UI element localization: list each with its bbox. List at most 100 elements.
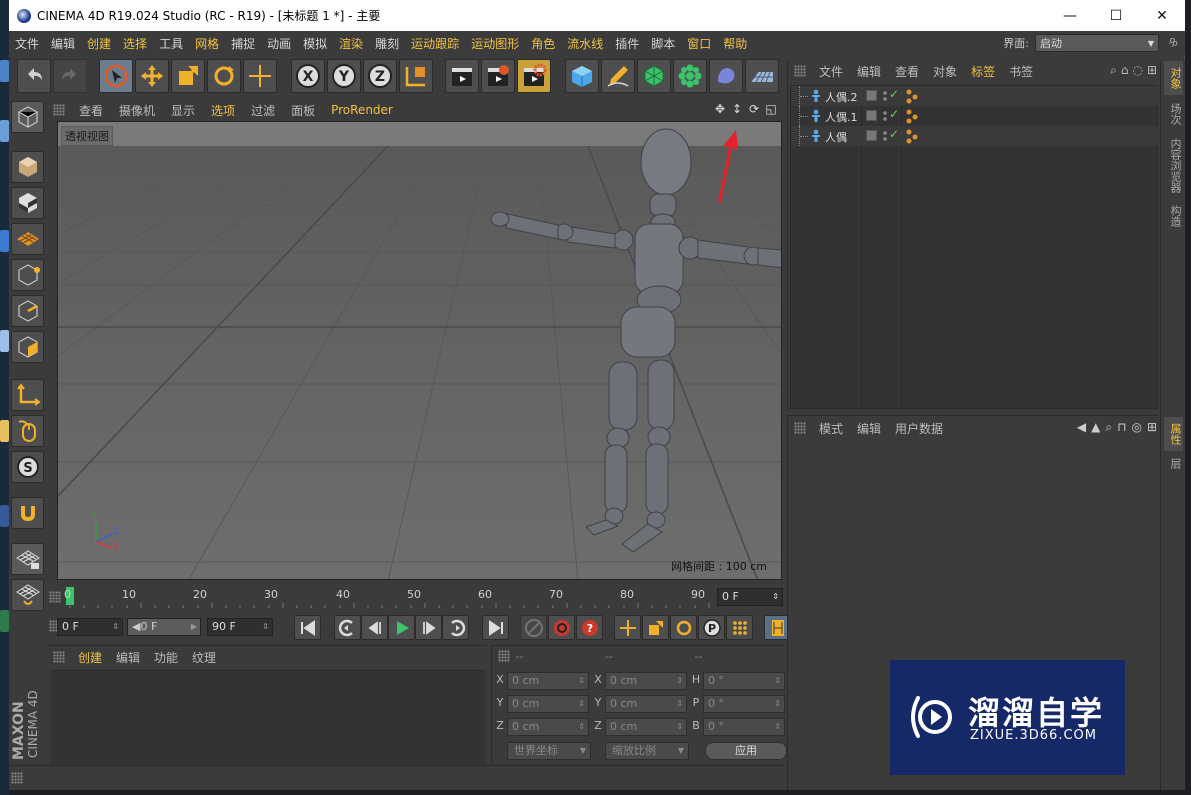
material-menu-edit[interactable]: 编辑 <box>109 649 147 666</box>
rotation-b-field[interactable]: 0 ° ⇕ <box>703 718 785 736</box>
up-arrow-icon[interactable]: ▲ <box>1091 420 1100 435</box>
objmgr-menu-objects[interactable]: 对象 <box>926 63 964 80</box>
objmgr-menu-view[interactable]: 查看 <box>888 63 926 80</box>
menu-help[interactable]: 帮助 <box>717 35 753 52</box>
minimize-button[interactable]: — <box>1047 0 1093 31</box>
previous-key-button[interactable] <box>334 615 361 640</box>
layout-dropdown[interactable]: 启动 ▼ <box>1035 34 1159 52</box>
panel-grip-icon[interactable] <box>794 422 806 434</box>
viewport-menu-view[interactable]: 查看 <box>71 102 111 119</box>
search-icon[interactable]: ⌕ <box>1105 420 1112 435</box>
snap-button[interactable] <box>11 497 44 529</box>
enabled-check-icon[interactable]: ✓ <box>889 107 899 121</box>
apply-button[interactable]: 应用 <box>705 742 787 760</box>
pen-spline-button[interactable] <box>601 59 635 93</box>
visibility-dots-icon[interactable] <box>881 109 889 123</box>
objmgr-menu-file[interactable]: 文件 <box>812 63 850 80</box>
live-select-button[interactable] <box>99 59 133 93</box>
recent-tool-button[interactable] <box>243 59 277 93</box>
perspective-viewport[interactable]: 透视视图 Y Z X 网格间距 : 100 cm <box>57 121 782 580</box>
expand-icon[interactable]: ⊞ <box>1147 63 1157 78</box>
attrmgr-menu-user-data[interactable]: 用户数据 <box>888 420 950 437</box>
toggle-view-icon[interactable]: ◱ <box>764 102 778 116</box>
scale-tool-button[interactable] <box>171 59 205 93</box>
rotate-tool-button[interactable] <box>207 59 241 93</box>
size-z-field[interactable]: 0 cm ⇕ <box>605 718 687 736</box>
size-y-field[interactable]: 0 cm ⇕ <box>605 695 687 713</box>
rotation-h-field[interactable]: 0 ° ⇕ <box>703 672 785 690</box>
panel-grip-icon[interactable] <box>53 104 65 116</box>
start-frame-field[interactable]: 0 F ⇕ <box>57 618 123 636</box>
viewport-menu-display[interactable]: 显示 <box>163 102 203 119</box>
position-y-field[interactable]: 0 cm ⇕ <box>507 695 589 713</box>
next-key-button[interactable] <box>442 615 469 640</box>
model-mode-button[interactable] <box>11 151 44 183</box>
layer-color-box[interactable] <box>866 110 877 121</box>
make-editable-button[interactable] <box>11 101 44 133</box>
joint-tag-icon[interactable] <box>905 128 919 144</box>
key-parameter-button[interactable]: P <box>698 615 725 640</box>
menu-plugins[interactable]: 插件 <box>609 35 645 52</box>
tab-content-browser[interactable]: 内容浏览器 <box>1164 133 1183 197</box>
x-axis-lock-button[interactable]: X <box>291 59 325 93</box>
tab-attributes[interactable]: 属性 <box>1164 417 1183 451</box>
object-row[interactable]: 人偶.1 ✓ <box>791 106 1159 126</box>
objmgr-menu-bookmarks[interactable]: 书签 <box>1002 63 1040 80</box>
menu-mograph[interactable]: 运动图形 <box>465 35 525 52</box>
menu-tools[interactable]: 工具 <box>153 35 189 52</box>
close-button[interactable]: ✕ <box>1139 0 1185 31</box>
visibility-dots-icon[interactable] <box>881 89 889 103</box>
enabled-check-icon[interactable]: ✓ <box>889 87 899 101</box>
search-icon[interactable]: ⌕ <box>1110 63 1117 78</box>
current-frame-field[interactable]: 0 F ⇕ <box>717 588 783 606</box>
coordinate-system-button[interactable] <box>399 59 433 93</box>
record-active-objects-button[interactable] <box>520 615 547 640</box>
texture-mode-button[interactable] <box>11 187 44 219</box>
tab-takes[interactable]: 场次 <box>1164 97 1183 131</box>
key-rotation-button[interactable] <box>670 615 697 640</box>
deformer-button[interactable] <box>709 59 743 93</box>
layer-color-box[interactable] <box>866 90 877 101</box>
statusbar-grip-icon[interactable] <box>11 772 23 784</box>
tab-structure[interactable]: 构造 <box>1164 199 1183 233</box>
panel-grip-icon[interactable] <box>794 65 806 77</box>
objmgr-menu-tags[interactable]: 标签 <box>964 63 1002 80</box>
menu-create[interactable]: 创建 <box>81 35 117 52</box>
search-icon[interactable]: ⌕ <box>1160 33 1185 57</box>
timeline-grip-icon[interactable] <box>49 591 61 603</box>
end-frame-field[interactable]: 90 F ⇕ <box>207 618 273 636</box>
render-picture-viewer-button[interactable] <box>481 59 515 93</box>
viewport-menu-options[interactable]: 选项 <box>203 102 243 119</box>
key-scale-button[interactable] <box>642 615 669 640</box>
menu-snap[interactable]: 捕捉 <box>225 35 261 52</box>
polygons-mode-button[interactable] <box>11 331 44 363</box>
joint-tag-icon[interactable] <box>905 88 919 104</box>
menu-pipeline[interactable]: 流水线 <box>561 35 609 52</box>
coordinate-space-dropdown[interactable]: 世界坐标 ▼ <box>507 742 591 760</box>
material-menu-texture[interactable]: 纹理 <box>185 649 223 666</box>
planar-workplane-button[interactable] <box>11 579 44 611</box>
timeline-ruler[interactable]: 0 10 20 30 40 50 60 70 80 90 <box>62 586 717 608</box>
rotation-p-field[interactable]: 0 ° ⇕ <box>703 695 785 713</box>
tweak-mode-button[interactable] <box>11 415 44 447</box>
position-x-field[interactable]: 0 cm ⇕ <box>507 672 589 690</box>
target-icon[interactable]: ◎ <box>1131 420 1141 435</box>
tab-layers[interactable]: 层 <box>1164 453 1183 473</box>
panel-grip-icon[interactable] <box>53 651 65 663</box>
viewport-menu-filter[interactable]: 过滤 <box>243 102 283 119</box>
eye-icon[interactable]: ◌ <box>1132 63 1142 78</box>
floor-button[interactable] <box>745 59 779 93</box>
move-tool-button[interactable] <box>135 59 169 93</box>
autokeying-button[interactable] <box>548 615 575 640</box>
attrmgr-menu-mode[interactable]: 模式 <box>812 420 850 437</box>
go-to-start-button[interactable] <box>294 615 321 640</box>
z-axis-lock-button[interactable]: Z <box>363 59 397 93</box>
menu-window[interactable]: 窗口 <box>681 35 717 52</box>
material-menu-function[interactable]: 功能 <box>147 649 185 666</box>
menu-mesh[interactable]: 网格 <box>189 35 225 52</box>
redo-button[interactable] <box>53 59 87 93</box>
dolly-view-icon[interactable]: ↕ <box>730 102 744 116</box>
viewport-menu-prorender[interactable]: ProRender <box>323 103 401 117</box>
lock-icon[interactable]: ⊓ <box>1117 420 1126 435</box>
menu-motion-tracker[interactable]: 运动跟踪 <box>405 35 465 52</box>
